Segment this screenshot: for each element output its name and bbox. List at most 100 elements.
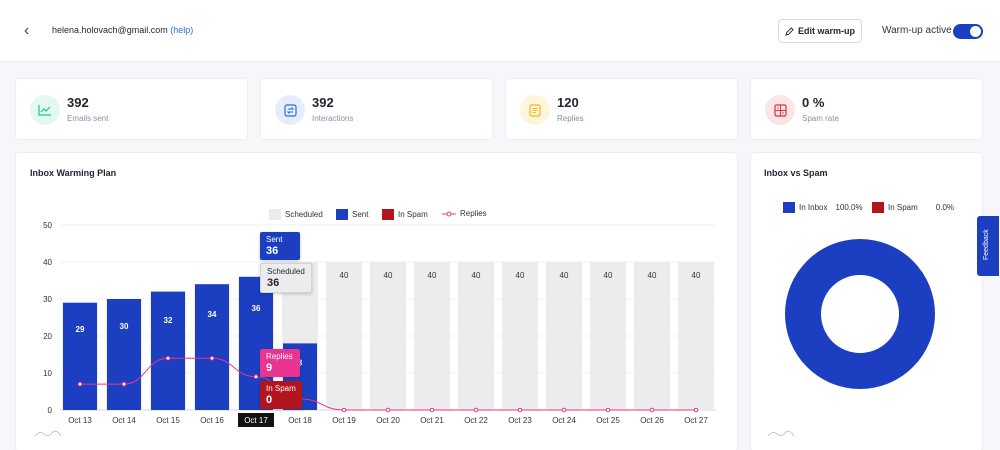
y-tick-label: 30 xyxy=(43,295,52,304)
tooltip-value: 36 xyxy=(266,245,279,257)
scheduled-bar xyxy=(678,262,714,410)
x-tick-label: Oct 16 xyxy=(200,416,224,425)
scheduled-tooltip: Scheduled 36 xyxy=(260,263,312,293)
edit-warmup-label: Edit warm-up xyxy=(797,26,855,36)
replies-point xyxy=(253,374,259,379)
tooltip-label: In Spam xyxy=(266,384,296,393)
chart-line-icon xyxy=(30,95,60,125)
x-tick-label: Oct 26 xyxy=(640,416,664,425)
legend-value: 100.0% xyxy=(835,203,863,212)
legend-label: In Inbox xyxy=(799,203,828,212)
y-tick-label: 0 xyxy=(48,406,53,415)
edit-warmup-button[interactable]: Edit warm-up xyxy=(778,19,862,43)
inbox-vs-spam-panel: Inbox vs Spam In Inbox 100.0% In Spam 0.… xyxy=(750,152,983,450)
spam-icon xyxy=(765,95,795,125)
bar-value-label: 40 xyxy=(340,271,349,280)
replies-point xyxy=(341,407,347,413)
x-tick-label: Oct 27 xyxy=(684,416,708,425)
scheduled-bar xyxy=(326,262,362,410)
toggle-knob xyxy=(970,26,981,37)
warmup-label: Warm-up active xyxy=(882,25,952,36)
x-tick-label: Oct 14 xyxy=(112,416,136,425)
back-arrow-icon[interactable]: ‹ xyxy=(24,22,40,40)
replies-point xyxy=(517,407,523,413)
legend-swatch xyxy=(872,202,884,213)
bar-value-label: 40 xyxy=(692,271,701,280)
scheduled-bar xyxy=(414,262,450,410)
scheduled-bar xyxy=(458,262,494,410)
inbox-warming-plan-panel: Inbox Warming Plan Scheduled Sent In Spa… xyxy=(15,152,738,450)
tooltip-label: Scheduled xyxy=(267,267,305,276)
replies-tooltip: Replies 9 xyxy=(260,349,300,377)
sent-bar xyxy=(63,302,97,410)
x-tick-label: Oct 22 xyxy=(464,416,488,425)
bar-value-label: 32 xyxy=(164,316,173,325)
sent-bar xyxy=(195,284,229,410)
feedback-tab[interactable]: Feedback xyxy=(977,216,999,276)
bar-value-label: 40 xyxy=(516,271,525,280)
stat-card-spam-rate: 0 % Spam rate xyxy=(750,78,983,140)
y-tick-label: 40 xyxy=(43,258,52,267)
x-tick-label: Oct 24 xyxy=(552,416,576,425)
replies-point xyxy=(561,407,567,413)
scheduled-bar xyxy=(370,262,406,410)
bar-value-label: 40 xyxy=(384,271,393,280)
stat-value: 392 xyxy=(312,95,334,110)
pencil-icon xyxy=(785,26,794,36)
sparkline-icon xyxy=(34,430,62,437)
bar-value-label: 40 xyxy=(560,271,569,280)
y-tick-label: 20 xyxy=(43,332,52,341)
document-icon xyxy=(520,95,550,125)
tooltip-value: 36 xyxy=(267,277,280,289)
scheduled-bar xyxy=(546,262,582,410)
x-tick-label: Oct 13 xyxy=(68,416,92,425)
feedback-label: Feedback xyxy=(983,229,990,260)
stat-label: Interactions xyxy=(312,114,354,123)
legend-in-spam[interactable]: In Spam 0.0% xyxy=(872,202,954,213)
replies-point xyxy=(649,407,655,413)
x-tick-label: Oct 23 xyxy=(508,416,532,425)
stat-label: Replies xyxy=(557,114,584,123)
bar-value-label: 40 xyxy=(604,271,613,280)
legend-value: 0.0% xyxy=(935,203,955,212)
replies-point xyxy=(121,381,127,387)
donut-slice-in-inbox xyxy=(785,239,935,389)
replies-point xyxy=(165,355,171,361)
help-link[interactable]: (help) xyxy=(170,25,193,35)
y-tick-label: 50 xyxy=(43,221,52,230)
replies-point xyxy=(77,381,83,387)
replies-point xyxy=(693,407,699,413)
x-tick-label: Oct 18 xyxy=(288,416,312,425)
stat-label: Spam rate xyxy=(802,114,839,123)
x-tick-label: Oct 17 xyxy=(244,416,268,425)
replies-point xyxy=(605,407,611,413)
stat-value: 0 % xyxy=(802,95,825,110)
tooltip-label: Sent xyxy=(266,235,283,244)
warmup-toggle[interactable] xyxy=(953,24,983,39)
x-tick-label: Oct 21 xyxy=(420,416,444,425)
inbox-vs-spam-donut xyxy=(785,239,935,389)
replies-point xyxy=(473,407,479,413)
stat-card-emails-sent: 392 Emails sent xyxy=(15,78,248,140)
warming-plan-chart: 0 10 20 30 40 50 29 Oct 13 30 Oct 14 32 Oct 15 34 Oct… xyxy=(43,221,716,427)
stat-label: Emails sent xyxy=(67,114,109,123)
swap-icon xyxy=(275,95,305,125)
bar-value-label: 36 xyxy=(252,304,261,313)
scheduled-bar xyxy=(590,262,626,410)
tooltip-label: Replies xyxy=(266,352,293,361)
email-text: helena.holovach@gmail.com xyxy=(52,25,168,35)
replies-point xyxy=(429,407,435,413)
sent-bar xyxy=(107,299,141,410)
sparkline-icon xyxy=(767,430,795,437)
x-tick-label: Oct 20 xyxy=(376,416,400,425)
replies-point xyxy=(209,355,215,361)
legend-label: In Spam xyxy=(888,203,918,212)
panel-title: Inbox Warming Plan xyxy=(30,168,117,178)
x-tick-label: Oct 15 xyxy=(156,416,180,425)
stat-value: 120 xyxy=(557,95,579,110)
y-tick-label: 10 xyxy=(43,369,52,378)
legend-in-inbox[interactable]: In Inbox 100.0% xyxy=(783,202,863,213)
sent-bar xyxy=(151,291,185,410)
bar-value-label: 40 xyxy=(648,271,657,280)
stat-card-replies: 120 Replies xyxy=(505,78,738,140)
